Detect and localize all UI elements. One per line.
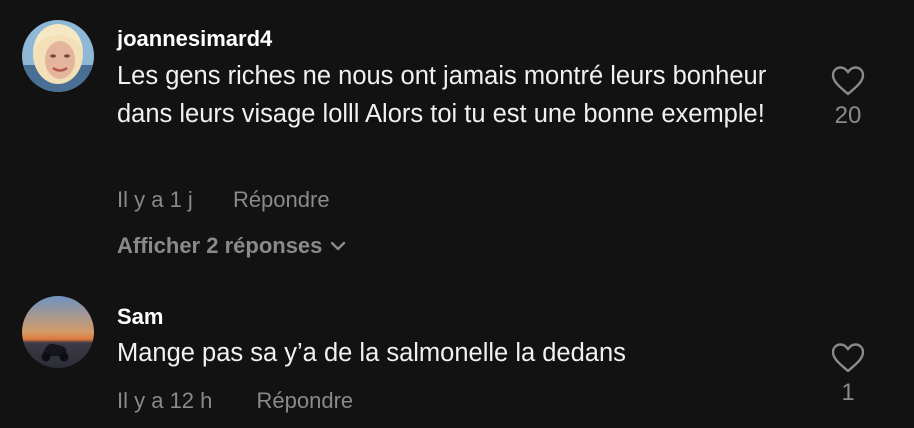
comment-timestamp: Il y a 12 h xyxy=(117,388,213,413)
comment-meta: Il y a 12 h Répondre xyxy=(117,388,353,414)
view-replies-button[interactable]: Afficher 2 réponses xyxy=(117,233,346,259)
chevron-down-icon xyxy=(331,241,346,251)
reply-button[interactable]: Répondre xyxy=(257,388,354,414)
like-count: 1 xyxy=(841,379,855,406)
reply-button[interactable]: Répondre xyxy=(233,187,330,213)
comment-text: Les gens riches ne nous ont jamais montr… xyxy=(117,62,767,128)
heart-outline-icon xyxy=(831,66,865,96)
like-button[interactable]: 20 xyxy=(818,66,878,130)
heart-outline-icon xyxy=(831,343,865,373)
comment-username[interactable]: joannesimard4 xyxy=(117,26,272,52)
like-count: 20 xyxy=(834,102,862,129)
comment-username[interactable]: Sam xyxy=(117,304,163,330)
avatar[interactable] xyxy=(22,20,94,92)
view-replies-label: Afficher 2 réponses xyxy=(117,233,323,258)
comment-text: Mange pas sa y’a de la salmonelle la ded… xyxy=(117,339,626,367)
avatar[interactable] xyxy=(22,296,94,368)
like-button[interactable]: 1 xyxy=(818,343,878,407)
comment-meta: Il y a 1 j Répondre xyxy=(117,187,330,213)
comment-timestamp: Il y a 1 j xyxy=(117,187,193,212)
